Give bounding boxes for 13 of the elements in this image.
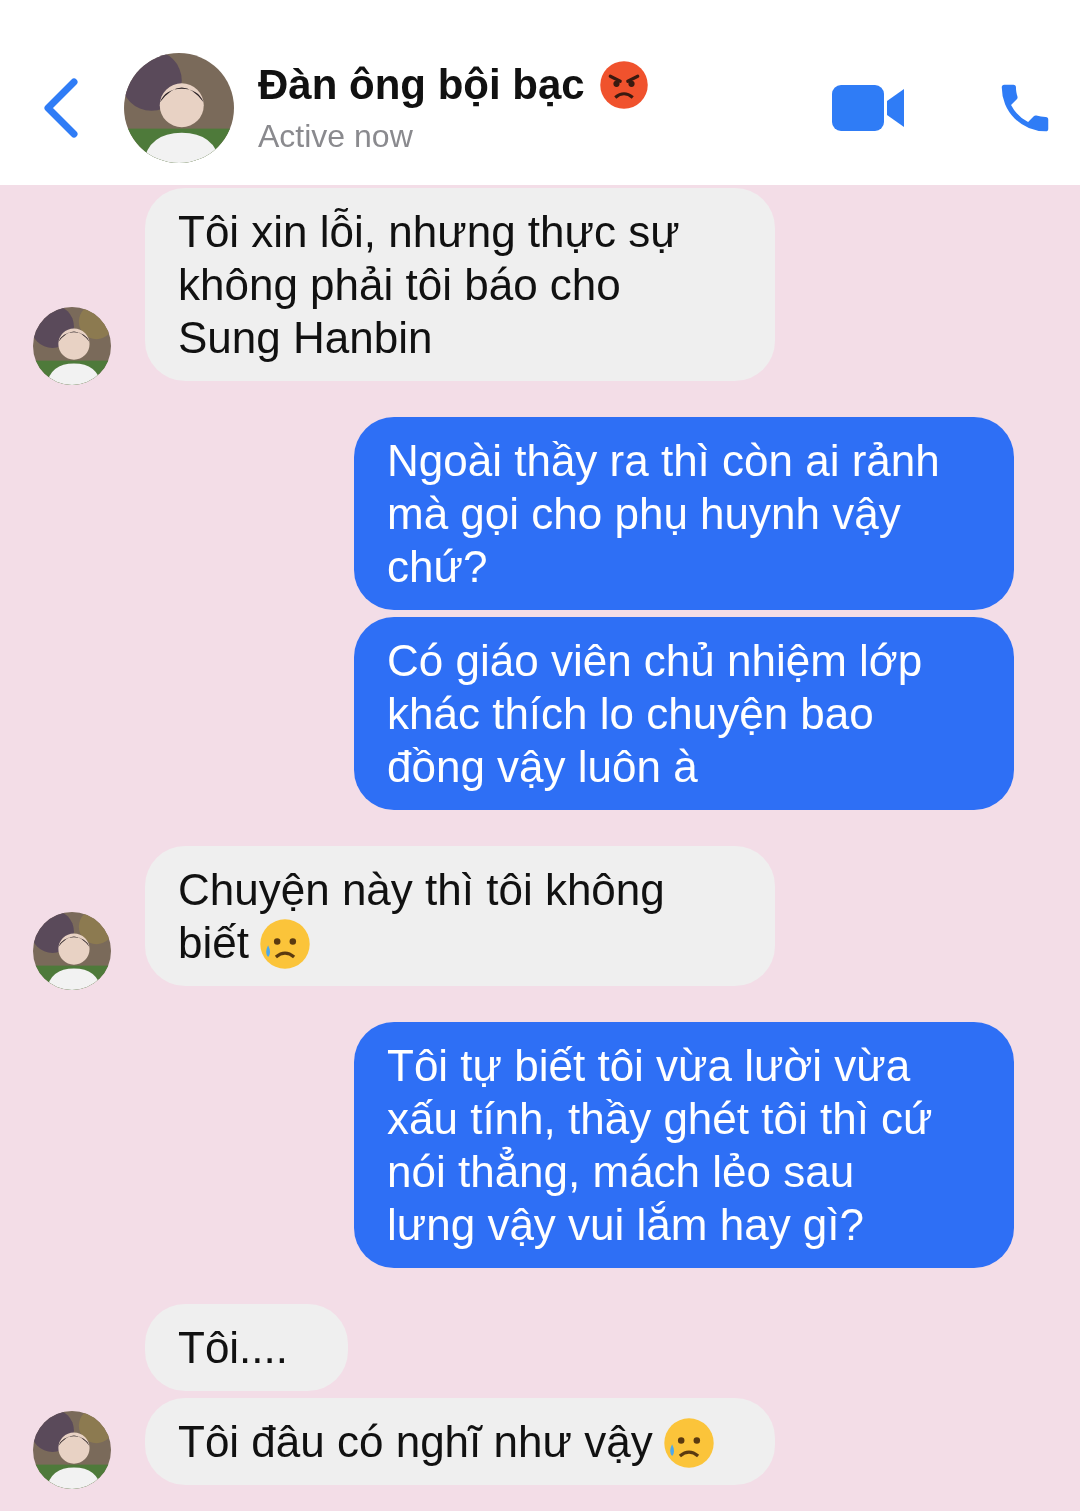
angry-face-icon [598,60,649,110]
message-bubble: Tôi xin lỗi, nhưng thực sự không phải tôi báo cho Sung Hanbin [145,188,775,381]
message-bubble: Ngoài thầy ra thì còn ai rảnh mà gọi cho phụ huynh vậy chứ? [354,417,1014,610]
sad-face-icon [258,918,311,971]
message-bubble: Tôi.... [145,1304,349,1391]
video-call-icon[interactable] [832,82,906,133]
message-bubble: Tôi đâu có nghĩ như vậy [145,1398,775,1485]
active-status: Active now [258,118,414,155]
message-bubble: Chuyện này thì tôi không biết [145,846,775,986]
message-bubble: Tôi tự biết tôi vừa lười vừa xấu tính, thầy ghét tôi thì cứ nói thẳng, mách lẻo sau lưng vậy vui lắm hay gì? [354,1022,1014,1268]
message-bubble: Có giáo viên chủ nhiệm lớp khác thích lo chuyện bao đồng vậy luôn à [354,617,1014,810]
sad-face-icon [662,1417,715,1470]
contact-name: Đàn ông bội bạc [258,61,585,109]
